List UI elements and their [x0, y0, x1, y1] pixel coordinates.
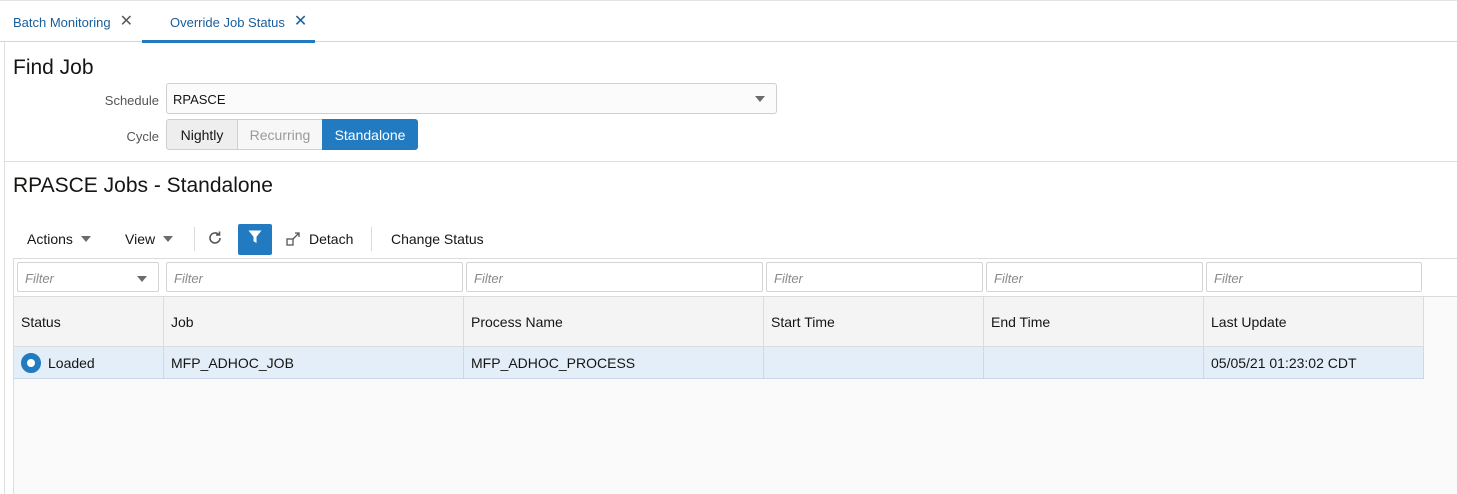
- left-divider: [4, 42, 5, 494]
- status-radio-icon[interactable]: [21, 352, 41, 373]
- filter-placeholder: Filter: [25, 271, 54, 286]
- column-header-end-time[interactable]: End Time: [984, 297, 1204, 346]
- end-time-filter-input[interactable]: Filter: [986, 262, 1203, 292]
- table-row[interactable]: Loaded MFP_ADHOC_JOB MFP_ADHOC_PROCESS 0…: [14, 347, 1424, 379]
- caret-down-icon: [80, 236, 91, 242]
- caret-down-icon: [163, 236, 174, 242]
- tab-override-job-status[interactable]: Override Job Status ✕: [142, 2, 315, 43]
- status-filter-select[interactable]: Filter: [17, 262, 159, 292]
- jobs-title: RPASCE Jobs - Standalone: [13, 174, 273, 197]
- column-header-job[interactable]: Job: [164, 297, 464, 346]
- column-header-last-update[interactable]: Last Update: [1204, 297, 1424, 346]
- column-header-status[interactable]: Status: [14, 297, 164, 346]
- end-time-cell: [984, 347, 1204, 378]
- start-time-cell: [764, 347, 984, 378]
- column-header-start-time[interactable]: Start Time: [764, 297, 984, 346]
- actions-label: Actions: [27, 231, 73, 247]
- table-header: Status Job Process Name Start Time End T…: [14, 297, 1424, 347]
- detach-label: Detach: [309, 231, 354, 247]
- last-update-filter-input[interactable]: Filter: [1206, 262, 1422, 292]
- section-divider: [4, 161, 1457, 162]
- view-menu[interactable]: View: [125, 224, 174, 254]
- filter-button[interactable]: [238, 224, 272, 255]
- chevron-down-icon: [137, 276, 147, 282]
- tab-batch-monitoring[interactable]: Batch Monitoring ✕: [13, 2, 141, 42]
- refresh-button[interactable]: [207, 224, 223, 254]
- toolbar-separator: [194, 227, 195, 251]
- actions-menu[interactable]: Actions: [27, 224, 91, 254]
- toolbar-separator: [371, 227, 372, 251]
- tab-bar: Batch Monitoring ✕ Override Job Status ✕: [0, 0, 1457, 43]
- find-job-title: Find Job: [13, 56, 94, 79]
- detach-icon: [286, 231, 301, 247]
- process-filter-input[interactable]: Filter: [466, 262, 763, 292]
- cycle-label: Cycle: [126, 129, 159, 144]
- process-name-cell: MFP_ADHOC_PROCESS: [464, 347, 764, 378]
- change-status-button[interactable]: Change Status: [391, 224, 484, 254]
- chevron-down-icon: [755, 96, 765, 102]
- status-value: Loaded: [48, 354, 95, 371]
- schedule-label: Schedule: [104, 93, 159, 108]
- filter-icon: [248, 230, 262, 249]
- last-update-cell: 05/05/21 01:23:02 CDT: [1204, 347, 1424, 378]
- cycle-standalone-button[interactable]: Standalone: [322, 119, 418, 150]
- schedule-value: RPASCE: [173, 92, 226, 107]
- close-icon[interactable]: ✕: [294, 14, 307, 30]
- close-icon[interactable]: ✕: [120, 14, 133, 30]
- column-header-process-name[interactable]: Process Name: [464, 297, 764, 346]
- refresh-icon: [207, 230, 223, 249]
- jobs-table: Filter Filter Filter Filter Filter Filte…: [13, 258, 1457, 494]
- detach-button[interactable]: Detach: [286, 224, 353, 254]
- status-cell: Loaded: [14, 347, 164, 378]
- tab-label: Batch Monitoring: [13, 14, 111, 30]
- cycle-recurring-button[interactable]: Recurring: [237, 119, 323, 150]
- filter-row: Filter Filter Filter Filter Filter Filte…: [14, 259, 1457, 297]
- view-label: View: [125, 231, 156, 247]
- tab-label: Override Job Status: [170, 14, 285, 30]
- start-time-filter-input[interactable]: Filter: [766, 262, 983, 292]
- cycle-nightly-button[interactable]: Nightly: [166, 119, 238, 150]
- schedule-select[interactable]: RPASCE: [166, 83, 777, 114]
- job-cell: MFP_ADHOC_JOB: [164, 347, 464, 378]
- job-filter-input[interactable]: Filter: [166, 262, 463, 292]
